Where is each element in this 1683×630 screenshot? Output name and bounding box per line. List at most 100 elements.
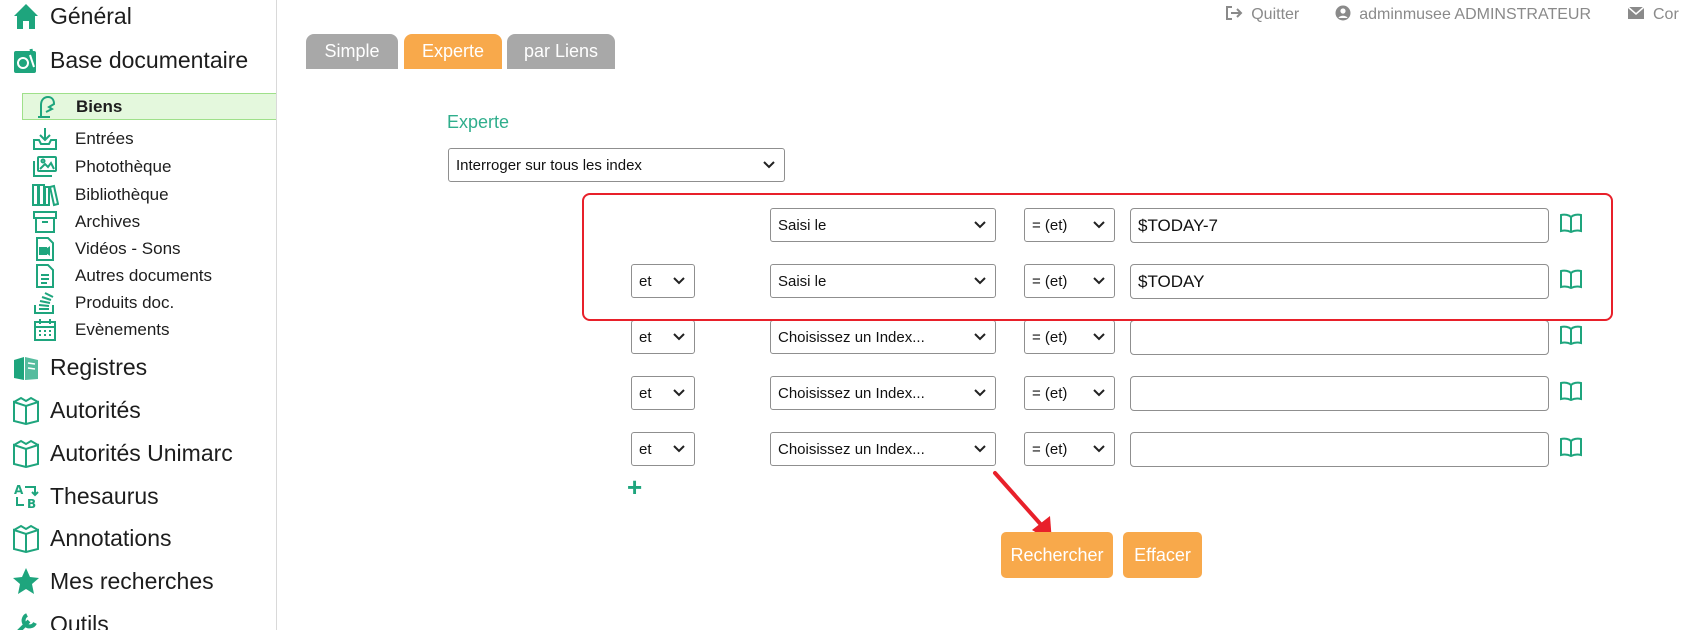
- home-icon: [10, 0, 42, 32]
- sidebar-item-thesaurus[interactable]: AB Thesaurus: [10, 478, 159, 514]
- sidebar-item-autres-documents[interactable]: Autres documents: [22, 262, 276, 289]
- sidebar-item-annotations[interactable]: Annotations: [10, 520, 171, 556]
- sidebar-item-label: Autres documents: [75, 265, 213, 285]
- contact-link[interactable]: Cor: [1627, 5, 1683, 25]
- search-value-input[interactable]: [1130, 320, 1549, 355]
- clear-button[interactable]: Effacer: [1123, 532, 1202, 578]
- stack-icon: [30, 290, 60, 316]
- sidebar-item-label: Autorités Unimarc: [50, 439, 233, 466]
- envelope-icon: [1627, 5, 1645, 25]
- star-icon: [10, 565, 42, 597]
- operator-select[interactable]: = (et): [1024, 376, 1115, 410]
- chevron-down-icon: [673, 389, 685, 397]
- images-icon: [30, 154, 60, 180]
- user-label: adminmusee ADMINSTRATEUR: [1359, 6, 1591, 23]
- chevron-down-icon: [673, 445, 685, 453]
- search-value-input[interactable]: [1130, 432, 1549, 467]
- quit-label: Quitter: [1251, 6, 1300, 23]
- index-value: Choisissez un Index...: [778, 384, 925, 402]
- sidebar-item-produits-doc[interactable]: Produits doc.: [22, 289, 276, 316]
- sidebar-item-videos-sons[interactable]: Vidéos - Sons: [22, 235, 276, 262]
- quit-link[interactable]: Quitter: [1225, 5, 1299, 26]
- book-open-icon: [10, 522, 42, 554]
- registers-icon: [10, 351, 42, 383]
- sidebar-item-label: Général: [50, 2, 132, 29]
- highlight-annotation-box: [582, 193, 1613, 321]
- search-mode-title: Experte: [447, 112, 510, 132]
- index-select[interactable]: Choisissez un Index...: [770, 320, 996, 354]
- operator-select[interactable]: = (et): [1024, 320, 1115, 354]
- document-icon: [30, 263, 60, 289]
- sidebar-item-general[interactable]: Général: [10, 0, 132, 34]
- connector-select[interactable]: et: [631, 320, 695, 354]
- sidebar-item-mes-recherches[interactable]: Mes recherches: [10, 563, 214, 599]
- chevron-down-icon: [1093, 389, 1105, 397]
- connector-select[interactable]: et: [631, 376, 695, 410]
- inbox-download-icon: [30, 126, 60, 152]
- chevron-down-icon: [673, 333, 685, 341]
- index-scope-value: Interroger sur tous les index: [456, 156, 642, 174]
- sidebar-item-biens[interactable]: Biens: [22, 93, 276, 120]
- sidebar-item-label: Outils: [50, 610, 109, 630]
- sidebar-item-label: Mes recherches: [50, 567, 214, 594]
- sidebar-item-outils[interactable]: Outils: [10, 606, 109, 630]
- sidebar-item-label: Evènements: [75, 319, 170, 339]
- sidebar: Général Base documentaire Biens Entrées …: [0, 0, 277, 630]
- object-icon: [31, 94, 61, 120]
- video-file-icon: [30, 236, 60, 262]
- sidebar-item-base-documentaire[interactable]: Base documentaire: [10, 42, 248, 78]
- chevron-down-icon: [974, 333, 986, 341]
- book-open-icon[interactable]: [1560, 437, 1582, 457]
- sidebar-item-bibliotheque[interactable]: Bibliothèque: [22, 181, 276, 208]
- sidebar-item-label: Biens: [76, 96, 123, 116]
- chevron-down-icon: [1093, 333, 1105, 341]
- tab-simple[interactable]: Simple: [306, 34, 398, 69]
- operator-select[interactable]: = (et): [1024, 432, 1115, 466]
- calendar-icon: [30, 317, 60, 343]
- search-button[interactable]: Rechercher: [1001, 532, 1113, 578]
- operator-value: = (et): [1032, 440, 1068, 458]
- sidebar-item-autorites-unimarc[interactable]: Autorités Unimarc: [10, 435, 233, 471]
- sidebar-item-autorites[interactable]: Autorités: [10, 392, 141, 428]
- svg-text:B: B: [27, 497, 36, 511]
- sidebar-item-label: Bibliothèque: [75, 184, 169, 204]
- connector-value: et: [639, 384, 652, 402]
- top-bar: Quitter adminmusee ADMINSTRATEUR Cor: [1225, 4, 1683, 26]
- search-value-input[interactable]: [1130, 376, 1549, 411]
- add-row-button[interactable]: +: [627, 474, 642, 500]
- index-select[interactable]: Choisissez un Index...: [770, 376, 996, 410]
- tab-experte[interactable]: Experte: [404, 34, 502, 69]
- thesaurus-icon: AB: [10, 480, 42, 512]
- sidebar-item-archives[interactable]: Archives: [22, 208, 276, 235]
- sidebar-item-label: Autorités: [50, 396, 141, 423]
- user-circle-icon: [1335, 5, 1351, 26]
- sidebar-item-entrees[interactable]: Entrées: [22, 125, 276, 152]
- book-open-icon[interactable]: [1560, 325, 1582, 345]
- connector-value: et: [639, 440, 652, 458]
- connector-select[interactable]: et: [631, 432, 695, 466]
- sidebar-item-registres[interactable]: Registres: [10, 349, 147, 385]
- sidebar-item-label: Archives: [75, 211, 141, 231]
- sidebar-item-label: Produits doc.: [75, 292, 175, 312]
- book-open-icon: [10, 394, 42, 426]
- user-link[interactable]: adminmusee ADMINSTRATEUR: [1335, 5, 1591, 26]
- index-value: Choisissez un Index...: [778, 440, 925, 458]
- chevron-down-icon: [974, 389, 986, 397]
- operator-value: = (et): [1032, 384, 1068, 402]
- tab-par-liens[interactable]: par Liens: [507, 34, 615, 69]
- sidebar-item-label: Photothèque: [75, 156, 172, 176]
- svg-text:A: A: [14, 483, 24, 497]
- sidebar-item-phototheque[interactable]: Photothèque: [22, 153, 276, 180]
- sidebar-item-label: Vidéos - Sons: [75, 238, 181, 258]
- chevron-down-icon: [763, 161, 775, 169]
- index-select[interactable]: Choisissez un Index...: [770, 432, 996, 466]
- index-scope-select[interactable]: Interroger sur tous les index: [448, 148, 785, 182]
- archive-box-icon: [30, 209, 60, 235]
- connector-value: et: [639, 328, 652, 346]
- operator-value: = (et): [1032, 328, 1068, 346]
- sidebar-item-label: Registres: [50, 353, 148, 380]
- book-open-icon[interactable]: [1560, 381, 1582, 401]
- sidebar-item-label: Thesaurus: [50, 482, 159, 509]
- sidebar-item-evenements[interactable]: Evènements: [22, 316, 276, 343]
- chevron-down-icon: [974, 445, 986, 453]
